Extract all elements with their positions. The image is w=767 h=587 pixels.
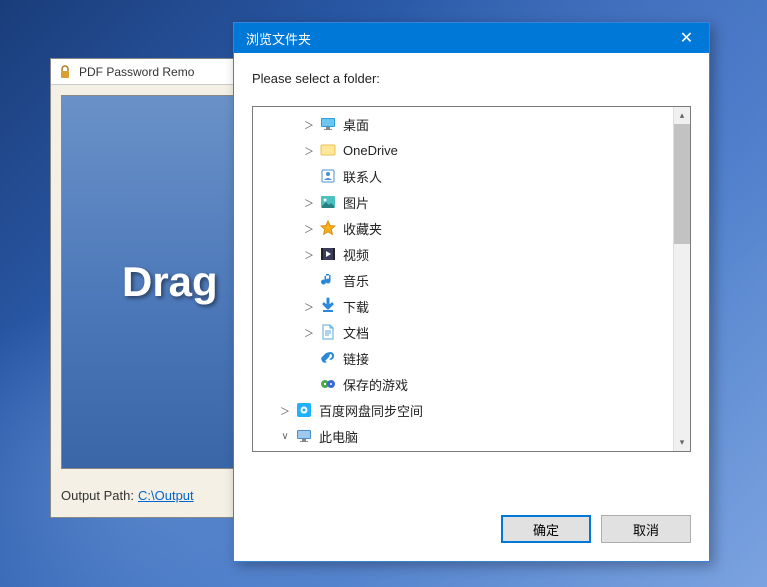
output-path-label: Output Path: (61, 488, 134, 503)
tree-item-contacts[interactable]: 联系人 (253, 163, 673, 189)
browse-folder-dialog: 浏览文件夹 ✕ Please select a folder: ＞ 桌面 ＞ OneD… (233, 22, 710, 562)
tree-item-favorites[interactable]: ＞ 收藏夹 (253, 215, 673, 241)
tree-item-music[interactable]: 音乐 (253, 267, 673, 293)
desktop-icon (319, 115, 337, 133)
vertical-scrollbar[interactable]: ▴ ▾ (673, 107, 690, 451)
scroll-up-arrow[interactable]: ▴ (674, 107, 690, 124)
tree-item-baidu[interactable]: ＞ 百度网盘同步空间 (253, 397, 673, 423)
baidu-icon (295, 401, 313, 419)
expander-icon[interactable]: ＞ (301, 325, 317, 340)
expander-icon[interactable]: ＞ (301, 247, 317, 262)
scroll-down-arrow[interactable]: ▾ (674, 434, 690, 451)
tree-item-label: 图片 (343, 193, 369, 212)
tree-item-videos[interactable]: ＞ 视频 (253, 241, 673, 267)
dialog-close-button[interactable]: ✕ (664, 23, 709, 53)
tree-item-links[interactable]: 链接 (253, 345, 673, 371)
drag-label: Drag (122, 258, 218, 306)
lock-icon (57, 64, 73, 80)
expander-icon[interactable]: ＞ (277, 403, 293, 418)
tree-item-label: 收藏夹 (343, 219, 382, 238)
close-icon: ✕ (680, 28, 693, 48)
dialog-titlebar[interactable]: 浏览文件夹 ✕ (234, 23, 709, 53)
pictures-icon (319, 193, 337, 211)
tree-item-label: 视频 (343, 245, 369, 264)
thispc-icon (295, 427, 313, 445)
games-icon (319, 375, 337, 393)
expander-icon[interactable]: ＞ (301, 299, 317, 314)
expander-icon[interactable]: ∨ (277, 431, 293, 442)
folder-tree-container: ＞ 桌面 ＞ OneDrive 联系人 ＞ 图片 ＞ 收藏夹 ＞ 视频音乐 ＞ 下载 ＞ 文档链接保存的游戏… (252, 106, 691, 452)
contacts-icon (319, 167, 337, 185)
music-icon (319, 271, 337, 289)
folder-tree[interactable]: ＞ 桌面 ＞ OneDrive 联系人 ＞ 图片 ＞ 收藏夹 ＞ 视频音乐 ＞ 下载 ＞ 文档链接保存的游戏… (253, 107, 673, 451)
scroll-track[interactable] (674, 244, 690, 434)
tree-item-pictures[interactable]: ＞ 图片 (253, 189, 673, 215)
documents-icon (319, 323, 337, 341)
tree-item-label: 保存的游戏 (343, 375, 408, 394)
tree-item-documents[interactable]: ＞ 文档 (253, 319, 673, 345)
dialog-title: 浏览文件夹 (246, 29, 664, 48)
expander-icon[interactable]: ＞ (301, 117, 317, 132)
tree-item-label: 此电脑 (319, 427, 358, 446)
tree-item-label: 文档 (343, 323, 369, 342)
cancel-button[interactable]: 取消 (601, 515, 691, 543)
tree-item-label: OneDrive (343, 143, 398, 158)
tree-item-label: 音乐 (343, 271, 369, 290)
onedrive-icon (319, 141, 337, 159)
tree-item-label: 联系人 (343, 167, 382, 186)
tree-item-onedrive[interactable]: ＞ OneDrive (253, 137, 673, 163)
expander-icon[interactable]: ＞ (301, 195, 317, 210)
expander-icon[interactable]: ＞ (301, 221, 317, 236)
tree-item-thispc[interactable]: ∨ 此电脑 (253, 423, 673, 449)
scroll-thumb[interactable] (674, 124, 690, 244)
expander-icon[interactable]: ＞ (301, 143, 317, 158)
tree-item-label: 下载 (343, 297, 369, 316)
tree-item-label: 链接 (343, 349, 369, 368)
ok-button[interactable]: 确定 (501, 515, 591, 543)
favorites-icon (319, 219, 337, 237)
output-path-link[interactable]: C:\Output (138, 488, 194, 503)
dialog-instruction: Please select a folder: (234, 53, 709, 98)
downloads-icon (319, 297, 337, 315)
tree-item-label: 百度网盘同步空间 (319, 401, 423, 420)
tree-item-games[interactable]: 保存的游戏 (253, 371, 673, 397)
tree-item-desktop[interactable]: ＞ 桌面 (253, 111, 673, 137)
links-icon (319, 349, 337, 367)
videos-icon (319, 245, 337, 263)
tree-item-downloads[interactable]: ＞ 下载 (253, 293, 673, 319)
tree-item-label: 桌面 (343, 115, 369, 134)
dialog-button-row: 确定 取消 (234, 499, 709, 561)
